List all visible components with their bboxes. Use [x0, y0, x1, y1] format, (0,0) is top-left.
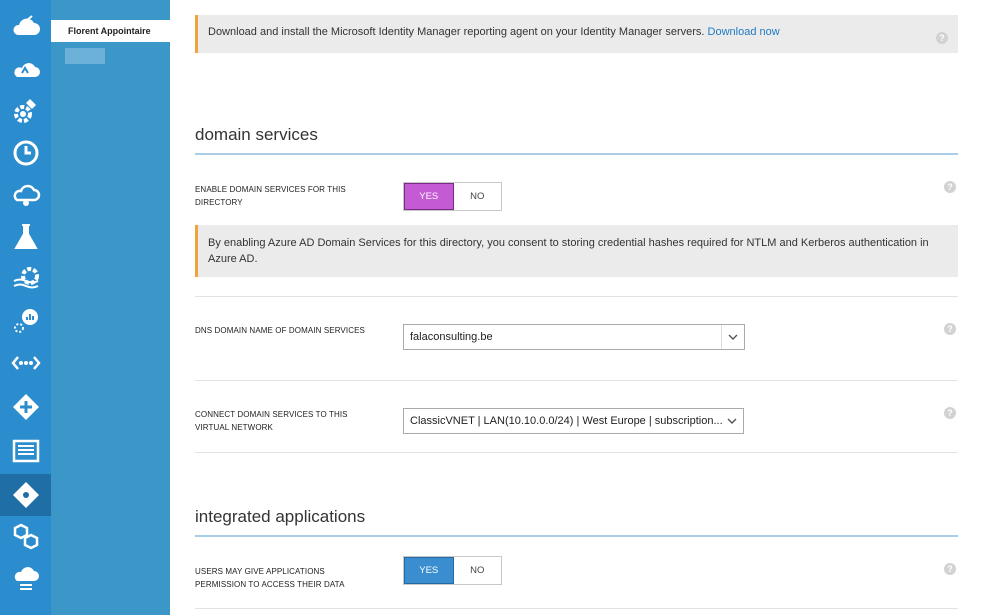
section-divider [195, 153, 958, 155]
cloud-storage-icon [14, 567, 39, 590]
rail-item-cloud[interactable] [0, 48, 51, 90]
row-divider [195, 380, 958, 381]
help-icon[interactable]: ? [944, 407, 956, 419]
row-divider [195, 452, 958, 453]
rail-item-analytics[interactable] [0, 300, 51, 342]
settings-gear-icon [13, 99, 36, 123]
section-title-domain-services: domain services [195, 125, 318, 144]
arrows-icon [12, 394, 39, 420]
toggle-yes-option[interactable]: YES [404, 183, 454, 210]
virtual-network-label: CONNECT DOMAIN SERVICES TO THIS VIRTUAL … [195, 410, 348, 432]
analytics-icon [13, 309, 38, 333]
stream-gear-icon [13, 267, 39, 289]
flask-icon [13, 224, 38, 249]
toggle-no-option[interactable]: NO [453, 183, 501, 210]
section-title-integrated-applications: integrated applications [195, 507, 366, 526]
rail-item-cloud-sync[interactable] [0, 174, 51, 216]
rail-item-cloud-services[interactable] [0, 6, 51, 48]
rail-item-flask[interactable] [0, 216, 51, 258]
consent-text: By enabling Azure AD Domain Services for… [208, 237, 929, 265]
chevron-down-icon[interactable] [721, 325, 744, 349]
enable-domain-services-label: ENABLE DOMAIN SERVICES FOR THIS DIRECTOR… [195, 185, 346, 207]
left-nav-rail [0, 0, 51, 615]
cloud-sync-icon [13, 184, 40, 206]
section-divider [195, 535, 958, 537]
directory-sidebar: Florent Appointaire [51, 0, 170, 615]
dns-domain-name-label: DNS DOMAIN NAME OF DOMAIN SERVICES [195, 326, 365, 335]
active-directory-icon [12, 482, 39, 508]
rail-item-arrows[interactable] [0, 386, 51, 428]
rail-item-hexagon[interactable] [0, 516, 51, 558]
rail-item-cloud-storage[interactable] [0, 558, 51, 600]
rail-item-settings[interactable] [0, 90, 51, 132]
rail-item-stream[interactable] [0, 258, 51, 300]
grid-panel-icon [12, 439, 39, 463]
clock-icon [13, 140, 38, 166]
help-icon[interactable]: ? [944, 563, 956, 575]
cloud-services-icon [12, 15, 40, 35]
connection-dots-icon [10, 356, 41, 370]
row-divider [195, 296, 958, 297]
download-now-link[interactable]: Download now [708, 26, 780, 38]
toggle-yes-option[interactable]: YES [404, 557, 454, 584]
row-divider [195, 608, 958, 609]
dns-domain-name-select[interactable]: falaconsulting.be [403, 324, 745, 350]
hexagon-cluster-icon [13, 523, 38, 550]
banner-text: Download and install the Microsoft Ident… [208, 26, 708, 38]
enable-domain-services-toggle[interactable]: YES NO [403, 182, 502, 211]
toggle-no-option[interactable]: NO [453, 557, 501, 584]
rail-item-clock[interactable] [0, 132, 51, 174]
help-icon[interactable]: ? [936, 32, 948, 44]
chevron-down-icon[interactable] [720, 409, 743, 433]
virtual-network-select[interactable]: ClassicVNET | LAN(10.10.0.0/24) | West E… [403, 408, 744, 434]
main-content: Download and install the Microsoft Ident… [170, 0, 984, 615]
dns-domain-name-value: falaconsulting.be [410, 331, 493, 343]
users-give-permission-toggle[interactable]: YES NO [403, 556, 502, 585]
help-icon[interactable]: ? [944, 181, 956, 193]
rail-item-grid[interactable] [0, 430, 51, 472]
users-give-permission-label: USERS MAY GIVE APPLICATIONS PERMISSION T… [195, 567, 345, 589]
rail-item-connections[interactable] [0, 342, 51, 384]
cloud-icon [13, 63, 40, 77]
virtual-network-value: ClassicVNET | LAN(10.10.0.0/24) | West E… [410, 415, 723, 427]
sidebar-item-directory[interactable]: Florent Appointaire [51, 20, 170, 42]
reporting-agent-banner: Download and install the Microsoft Ident… [195, 15, 958, 53]
help-icon[interactable]: ? [944, 323, 956, 335]
rail-item-active-directory[interactable] [0, 474, 51, 516]
sidebar-item-placeholder[interactable] [65, 48, 105, 64]
consent-notice: By enabling Azure AD Domain Services for… [195, 225, 958, 277]
